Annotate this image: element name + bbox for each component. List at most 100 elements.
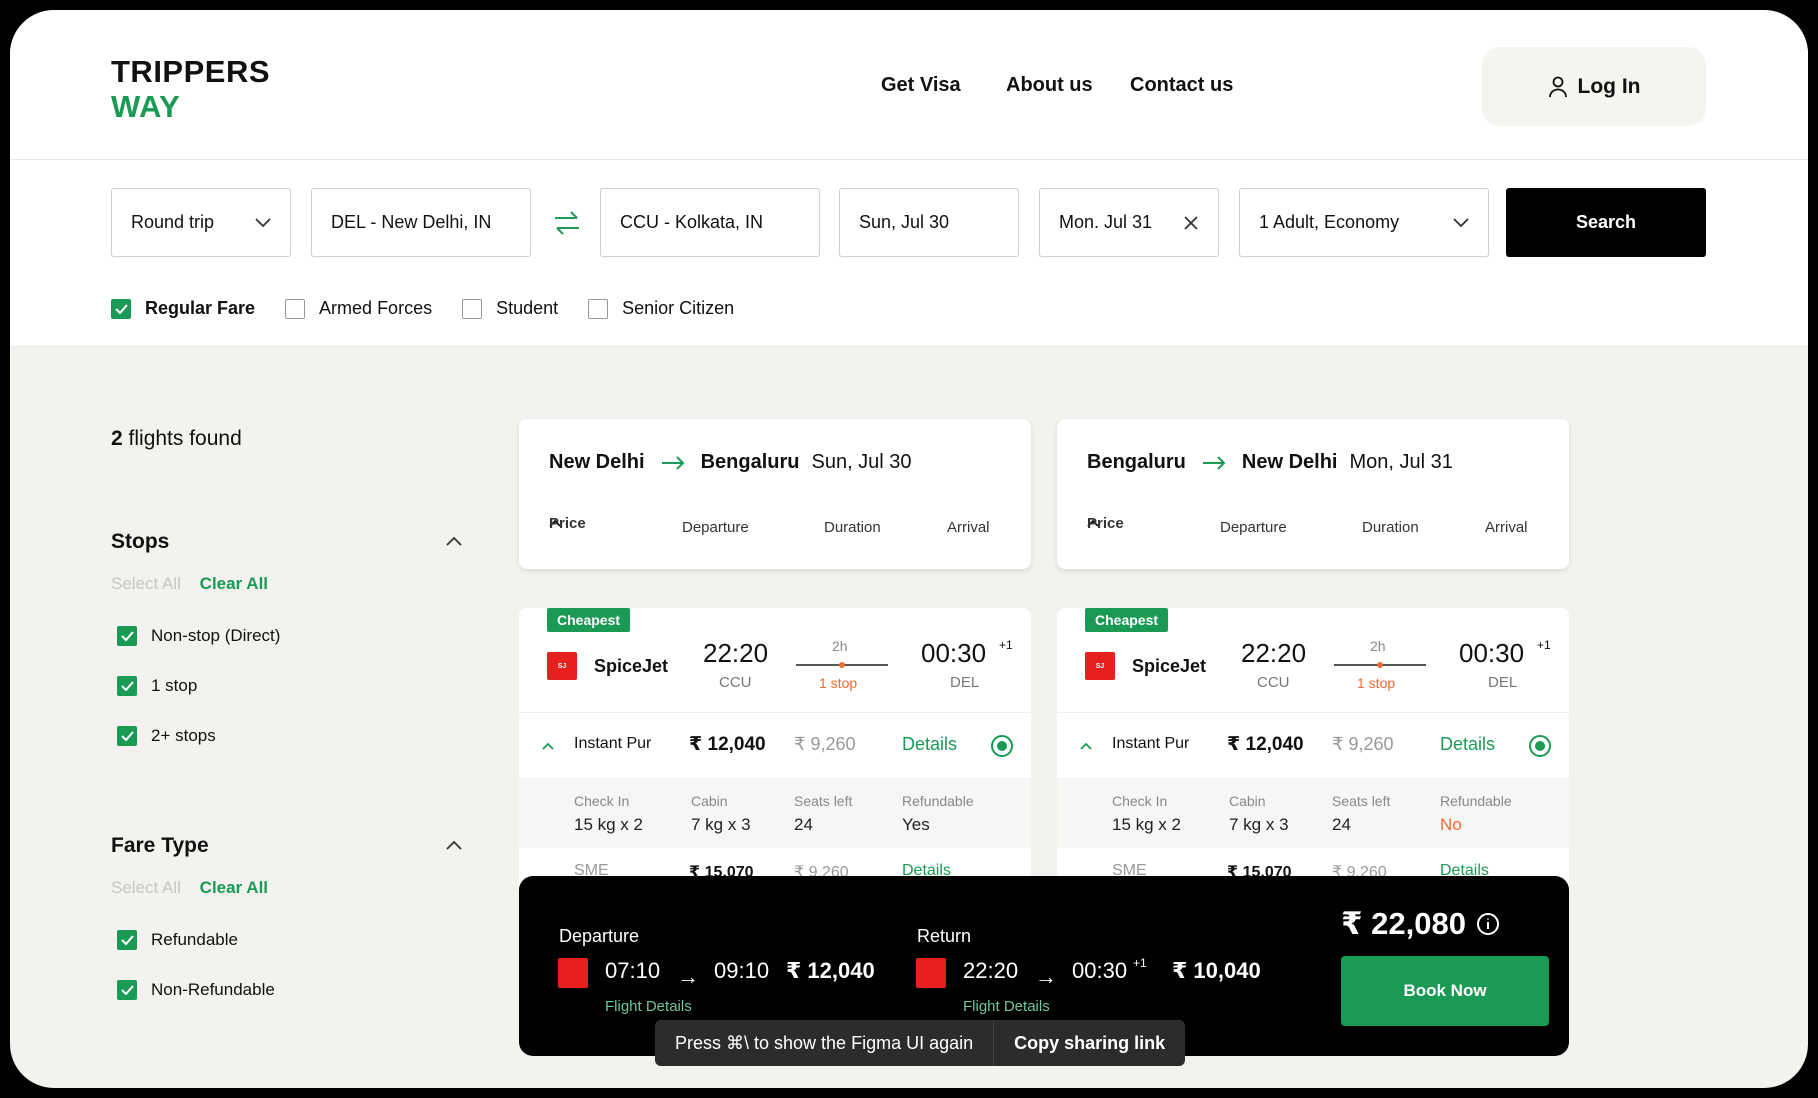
next-day-indicator: +1: [1537, 638, 1551, 652]
fare-option-label: Armed Forces: [319, 298, 433, 318]
fare-name: Instant Pur: [1112, 735, 1190, 752]
chevron-down-icon: [255, 217, 271, 227]
fare-option-non-refundable[interactable]: Non-Refundable: [117, 980, 275, 1000]
login-button[interactable]: Log In: [1482, 47, 1706, 126]
swap-icon[interactable]: [551, 208, 583, 238]
checkbox-checked[interactable]: [117, 726, 137, 746]
fare-select-row: Select All Clear All: [111, 878, 268, 898]
checkin-label: Check In: [574, 793, 630, 809]
outbound-flight-details-link[interactable]: Flight Details: [605, 998, 692, 1015]
sort-arrival[interactable]: Arrival: [947, 519, 990, 536]
checkbox-checked[interactable]: [117, 676, 137, 696]
stops-clear-all[interactable]: Clear All: [200, 574, 268, 593]
fare-radio-selected[interactable]: [991, 735, 1013, 757]
fare-option-senior-citizen[interactable]: Senior Citizen: [588, 298, 734, 319]
stops-count: 1 stop: [1357, 675, 1396, 691]
info-icon[interactable]: [1476, 912, 1500, 936]
check-icon: [114, 303, 128, 314]
cabin-info: Cabin 7 kg x 3: [691, 793, 751, 835]
fare-name: Instant Pur: [574, 735, 652, 752]
refund-info: Refundable No: [1440, 793, 1512, 835]
sort-duration[interactable]: Duration: [1362, 519, 1419, 536]
checkin-info: Check In 15 kg x 2: [1112, 793, 1181, 835]
route-date: Sun, Jul 30: [811, 451, 912, 473]
cabin-value: 7 kg x 3: [691, 815, 751, 834]
outbound-header-panel: New Delhi Bengaluru Sun, Jul 30 Price De…: [519, 419, 1031, 569]
nav-about-us[interactable]: About us: [1006, 74, 1093, 97]
cheapest-badge: Cheapest: [1085, 608, 1169, 632]
fare-option-student[interactable]: Student: [462, 298, 558, 319]
sort-departure[interactable]: Departure: [682, 519, 749, 536]
return-flight-card[interactable]: Cheapest SJ SpiceJet 22:20 CCU 2h 1 stop…: [1057, 608, 1569, 886]
checkbox-unchecked[interactable]: [285, 298, 306, 319]
fare-option-label: Senior Citizen: [622, 298, 735, 318]
details-link[interactable]: Details: [902, 734, 957, 755]
to-field[interactable]: CCU - Kolkata, IN: [600, 188, 820, 257]
stop-option-nonstop[interactable]: Non-stop (Direct): [117, 626, 280, 646]
checkin-value: 15 kg x 2: [1112, 815, 1181, 834]
return-date-value: Mon. Jul 31: [1059, 212, 1153, 232]
chevron-up-icon[interactable]: [542, 742, 554, 750]
fare-row-instant[interactable]: Instant Pur ₹ 12,040 ₹ 9,260 Details: [519, 712, 1031, 778]
sort-departure[interactable]: Departure: [1220, 519, 1287, 536]
nav-contact-us[interactable]: Contact us: [1130, 74, 1233, 97]
checkbox-checked[interactable]: [111, 298, 131, 319]
sort-arrival[interactable]: Arrival: [1485, 519, 1528, 536]
fare-option-refundable[interactable]: Refundable: [117, 930, 238, 950]
fare-option-armed-forces[interactable]: Armed Forces: [285, 298, 432, 319]
trip-type-select[interactable]: Round trip: [111, 188, 291, 257]
departure-code: CCU: [719, 674, 752, 691]
sort-price[interactable]: Price: [549, 515, 586, 532]
chevron-up-icon[interactable]: [1080, 742, 1092, 750]
arrow-right-icon: [661, 455, 684, 470]
checkbox-checked[interactable]: [117, 930, 137, 950]
next-day-indicator: +1: [1133, 956, 1147, 970]
top-header: TRIPPERS WAY Get Visa About us Contact u…: [10, 10, 1808, 160]
search-bar: Round trip DEL - New Delhi, IN CCU - Kol…: [10, 160, 1808, 347]
checkbox-unchecked[interactable]: [588, 298, 609, 319]
sort-duration[interactable]: Duration: [824, 519, 881, 536]
arrival-time: 00:30: [921, 638, 987, 668]
from-field[interactable]: DEL - New Delhi, IN: [311, 188, 531, 257]
fare-clear-all[interactable]: Clear All: [200, 878, 268, 897]
checkbox-unchecked[interactable]: [462, 298, 483, 319]
sort-price[interactable]: Price: [1087, 515, 1124, 532]
chevron-up-icon[interactable]: [446, 837, 462, 855]
from-value: DEL - New Delhi, IN: [331, 212, 492, 232]
depart-date-field[interactable]: Sun, Jul 30: [839, 188, 1019, 257]
chevron-up-icon[interactable]: [446, 533, 462, 551]
search-button[interactable]: Search: [1506, 188, 1706, 257]
book-now-button[interactable]: Book Now: [1341, 956, 1549, 1026]
clear-return-date[interactable]: [1183, 215, 1199, 231]
logo-line-2: WAY: [111, 89, 181, 124]
summary-dep-start: 07:10: [605, 958, 661, 983]
fare-price: ₹ 12,040: [1227, 734, 1304, 755]
details-link[interactable]: Details: [1440, 734, 1495, 755]
fare-select-all[interactable]: Select All: [111, 878, 181, 897]
stops-select-all[interactable]: Select All: [111, 574, 181, 593]
summary-dep-end: 09:10: [714, 958, 770, 983]
departure-time: 22:20: [1241, 638, 1307, 668]
stop-option-two-plus[interactable]: 2+ stops: [117, 726, 216, 746]
seats-value: 24: [794, 815, 813, 834]
brand-logo[interactable]: TRIPPERS WAY: [111, 54, 270, 124]
checkbox-checked[interactable]: [117, 626, 137, 646]
checkin-value: 15 kg x 2: [574, 815, 643, 834]
fare-radio-selected[interactable]: [1529, 735, 1551, 757]
fare-row-instant[interactable]: Instant Pur ₹ 12,040 ₹ 9,260 Details: [1057, 712, 1569, 778]
stop-option-label: 2+ stops: [151, 726, 216, 745]
outbound-flight-card[interactable]: Cheapest SJ SpiceJet 22:20 CCU 2h 1 stop…: [519, 608, 1031, 886]
spicejet-logo: SJ: [1085, 652, 1115, 680]
fare-option-regular[interactable]: Regular Fare: [111, 298, 255, 319]
copy-sharing-link-button[interactable]: Copy sharing link: [993, 1020, 1185, 1066]
login-label: Log In: [1577, 74, 1641, 98]
checkbox-checked[interactable]: [117, 980, 137, 1000]
return-flight-details-link[interactable]: Flight Details: [963, 998, 1050, 1015]
fare-old-price: ₹ 9,260: [1332, 734, 1394, 754]
nav-get-visa[interactable]: Get Visa: [881, 74, 961, 97]
return-route: Bengaluru New Delhi Mon, Jul 31: [1087, 451, 1453, 474]
fare-details: Check In 15 kg x 2 Cabin 7 kg x 3 Seats le…: [519, 778, 1031, 848]
stop-option-one[interactable]: 1 stop: [117, 676, 197, 696]
passengers-select[interactable]: 1 Adult, Economy: [1239, 188, 1489, 257]
return-date-field[interactable]: Mon. Jul 31: [1039, 188, 1219, 257]
